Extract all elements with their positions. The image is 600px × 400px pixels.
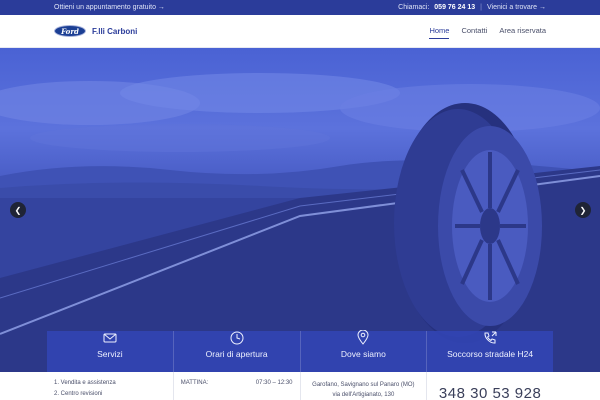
slider-next-button[interactable]: ❯ [575,202,591,218]
service-box-orari[interactable]: Orari di apertura [173,329,301,372]
emergency-column: 348 30 53 928 [427,372,553,400]
clock-icon [230,329,244,346]
nav-contatti[interactable]: Contatti [461,26,487,39]
call-label: Chiamaci: [398,4,430,11]
address-column: Garofano, Savignano sul Panaro (MO) via … [301,372,428,400]
visit-link[interactable]: Vienici a trovare → [487,4,546,11]
list-item[interactable]: 1. Vendita e assistenza [54,380,166,386]
service-box-servizi[interactable]: Servizi [47,331,174,372]
chevron-right-icon: ❯ [579,205,587,215]
divider: | [480,4,482,11]
hours-value: 07:30 – 12:30 [255,380,293,386]
nav-area-riservata[interactable]: Area riservata [499,26,546,39]
service-list: 1. Vendita e assistenza 2. Centro revisi… [54,380,166,397]
service-box-soccorso[interactable]: Soccorso stradale H24 [427,331,553,372]
hours-label: MATTINA: [180,380,209,386]
service-label: Servizi [97,349,123,359]
nav-home[interactable]: Home [429,26,450,39]
list-item[interactable]: 2. Centro revisioni [54,391,166,397]
site-header: Ford F.lli Carboni Home Contatti Area ri… [0,15,600,48]
phone-call-icon [483,329,497,346]
logo-link[interactable]: Ford F.lli Carboni [54,25,137,37]
address-line-2: via dell'Artigianato, 130 [332,392,395,398]
address-line-1: Garofano, Savignano sul Panaro (MO) [312,382,415,388]
service-label: Soccorso stradale H24 [447,349,534,359]
hero-image [0,73,600,372]
main-nav: Home Contatti Area riservata [429,26,546,39]
hours-row: MATTINA: 07:30 – 12:30 [181,380,293,386]
service-box-dove-siamo[interactable]: Dove siamo [300,329,428,372]
service-label: Dove siamo [340,349,386,359]
service-list-column: 1. Vendita e assistenza 2. Centro revisi… [47,372,174,400]
chevron-left-icon: ❮ [14,205,22,215]
info-strip: 1. Vendita e assistenza 2. Centro revisi… [47,372,553,400]
hero-slider: ❮ ❯ [0,48,600,372]
mail-icon [103,329,117,346]
phone-link[interactable]: 059 76 24 13 [434,4,475,11]
logo-text: Ford [61,26,79,36]
ford-logo: Ford [54,25,86,37]
brand-name: F.lli Carboni [92,26,138,36]
emergency-phone[interactable]: 348 30 53 928 [434,380,546,400]
service-label: Orari di apertura [205,349,268,359]
hours-column: MATTINA: 07:30 – 12:30 [174,372,301,400]
slider-prev-button[interactable]: ❮ [10,202,26,218]
map-pin-icon [357,329,369,346]
service-boxes: Servizi Orari di apertura Dove siamo Soc… [47,329,553,372]
appointment-link[interactable]: Ottieni un appuntamento gratuito → [54,4,165,11]
top-bar-contacts: Chiamaci: 059 76 24 13 | Vienici a trova… [398,4,546,11]
top-bar: Ottieni un appuntamento gratuito → Chiam… [0,0,600,15]
